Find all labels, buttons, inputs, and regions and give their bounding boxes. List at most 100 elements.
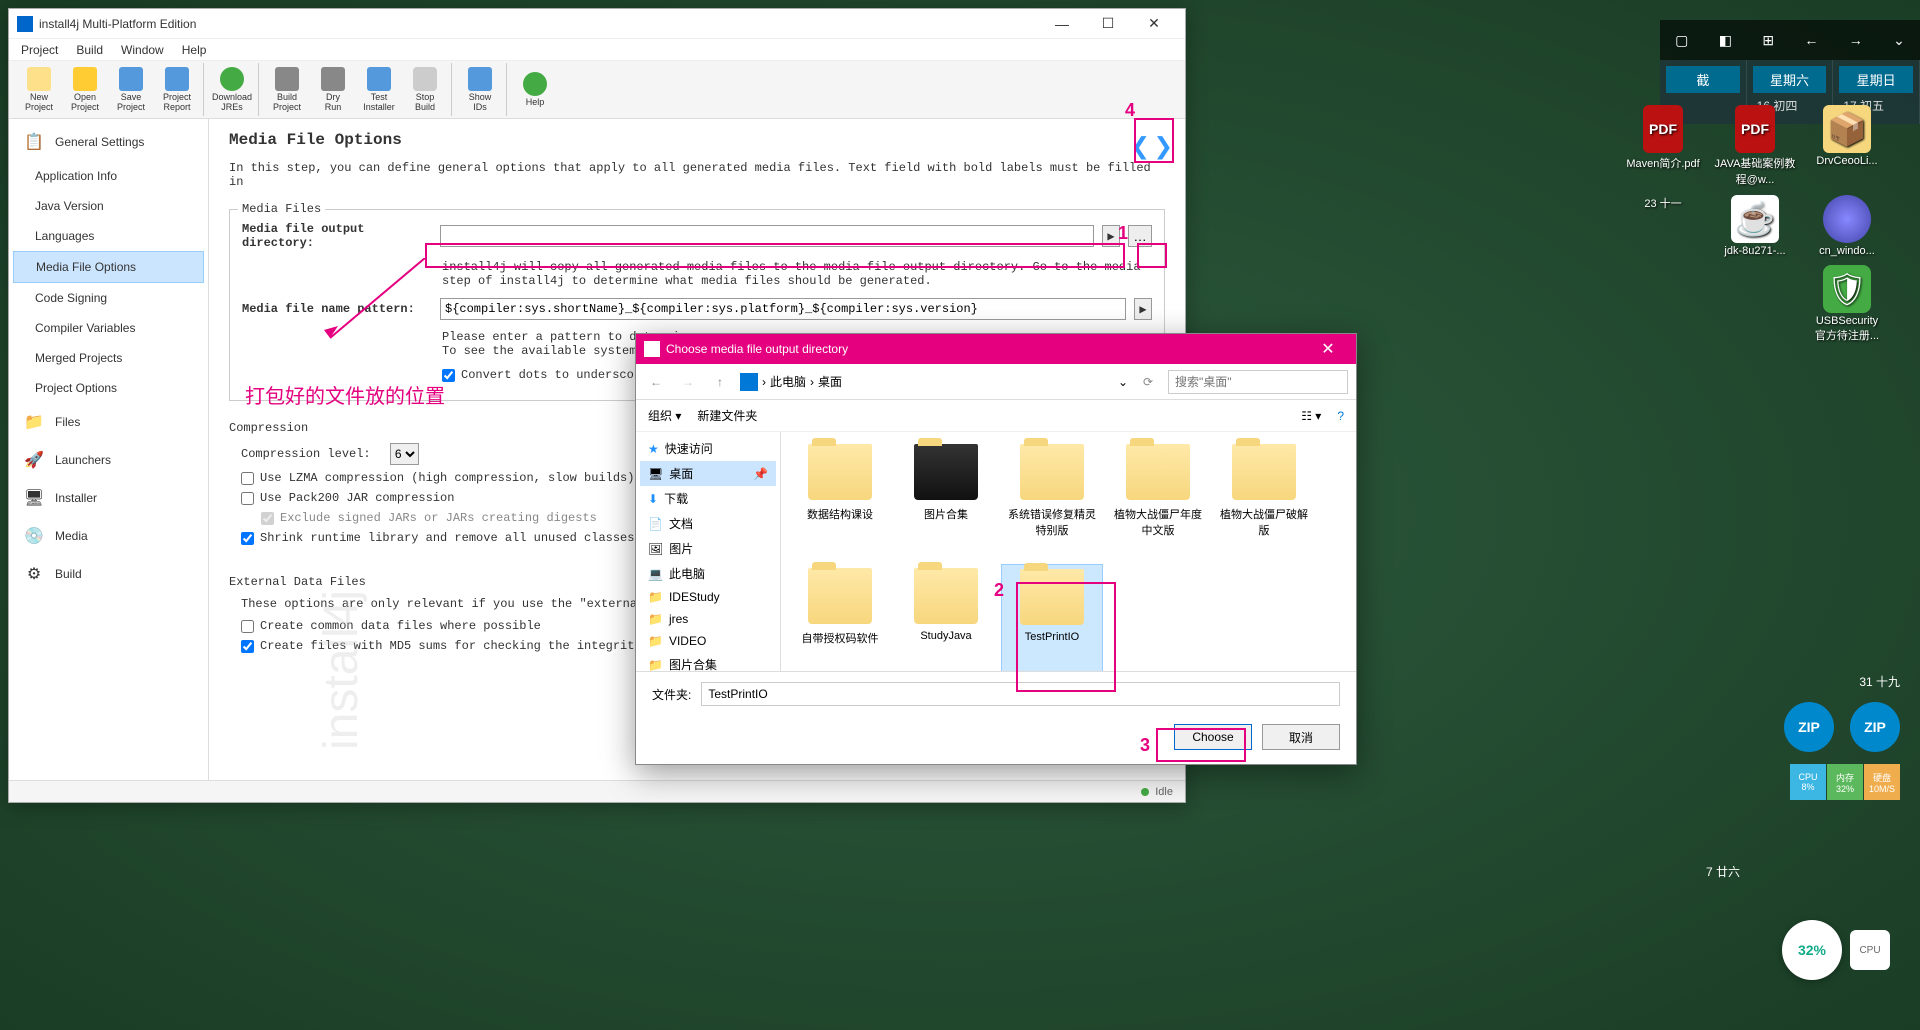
build-project-button[interactable]: Build Project <box>265 64 309 116</box>
sidebar-application-info[interactable]: Application Info <box>13 161 204 191</box>
name-pattern-input[interactable] <box>440 298 1126 320</box>
project-report-button[interactable]: Project Report <box>155 64 199 116</box>
taskbar-icon[interactable]: ← <box>1804 32 1818 48</box>
prev-arrow[interactable]: ❮ <box>1130 127 1149 167</box>
md5-checkbox[interactable] <box>241 640 254 653</box>
show-ids-button[interactable]: Show IDs <box>458 64 502 116</box>
sidebar-general-settings[interactable]: 📋General Settings <box>13 123 204 161</box>
folder[interactable]: 自带授权码软件 <box>789 564 891 671</box>
folder[interactable]: 图片合集 <box>895 440 997 560</box>
folder-item[interactable]: 📁IDEStudy <box>640 586 776 608</box>
sidebar-code-signing[interactable]: Code Signing <box>13 283 204 313</box>
desktop-icon[interactable]: 🛡USBSecurity 官方待注册... <box>1804 265 1890 343</box>
desktop-icon[interactable]: PDFJAVA基础案例教程@w... <box>1712 105 1798 187</box>
sidebar-build[interactable]: ⚙Build <box>13 555 204 593</box>
sidebar-java-version[interactable]: Java Version <box>13 191 204 221</box>
new-folder-button[interactable]: 新建文件夹 <box>697 407 757 424</box>
thispc-item[interactable]: 💻此电脑 <box>640 561 776 586</box>
up-button[interactable]: ↑ <box>708 370 732 394</box>
desktop-item[interactable]: 🖥桌面📌 <box>640 461 776 486</box>
downloads-item[interactable]: ⬇下载 <box>640 486 776 511</box>
taskbar-icon[interactable]: → <box>1849 32 1863 48</box>
close-button[interactable]: ✕ <box>1131 9 1177 39</box>
watermark: install4j <box>314 590 369 750</box>
view-button[interactable]: ☷ ▾ <box>1301 409 1321 423</box>
compression-level-label: Compression level: <box>241 447 371 461</box>
taskbar-icon[interactable]: ⌄ <box>1893 32 1905 49</box>
stop-build-button[interactable]: Stop Build <box>403 64 447 116</box>
shrink-checkbox[interactable] <box>241 532 254 545</box>
folder[interactable]: 植物大战僵尸破解版 <box>1213 440 1315 560</box>
pack200-checkbox[interactable] <box>241 492 254 505</box>
taskbar-icon[interactable]: ⊞ <box>1762 32 1774 49</box>
organize-button[interactable]: 组织 ▾ <box>648 407 681 424</box>
desktop-date: 7 廿六 <box>1706 863 1740 880</box>
documents-item[interactable]: 📄文档 <box>640 511 776 536</box>
open-project-button[interactable]: Open Project <box>63 64 107 116</box>
desktop-icon[interactable]: cn_windo... <box>1804 195 1890 257</box>
sidebar-merged-projects[interactable]: Merged Projects <box>13 343 204 373</box>
name-pattern-arrow[interactable]: ▶ <box>1134 298 1152 320</box>
help-button[interactable]: Help <box>513 64 557 116</box>
dialog-search[interactable] <box>1168 370 1348 394</box>
dialog-close-button[interactable]: ✕ <box>1308 339 1348 359</box>
dry-run-button[interactable]: Dry Run <box>311 64 355 116</box>
folder-name-input[interactable] <box>701 682 1340 706</box>
minimize-button[interactable]: — <box>1039 9 1085 39</box>
folder-item[interactable]: 📁图片合集 <box>640 652 776 671</box>
common-data-checkbox[interactable] <box>241 620 254 633</box>
breadcrumb[interactable]: ›此电脑 ›桌面 ⌄ <box>740 373 1128 391</box>
back-button[interactable]: ← <box>644 370 668 394</box>
sidebar-files[interactable]: 📁Files <box>13 403 204 441</box>
system-widgets: 31 十九 ZIP ZIP CPU8% 内存32% 硬盘10M/S <box>1784 673 1900 800</box>
cancel-button[interactable]: 取消 <box>1262 724 1340 750</box>
folder-item[interactable]: 📁jres <box>640 608 776 630</box>
download-jres-button[interactable]: Download JREs <box>210 64 254 116</box>
menu-help[interactable]: Help <box>174 41 215 59</box>
desktop-icon[interactable]: ☕jdk-8u271-... <box>1712 195 1798 257</box>
save-project-button[interactable]: Save Project <box>109 64 153 116</box>
cpu-circle[interactable]: 32% <box>1782 920 1842 980</box>
output-dir-input[interactable] <box>440 225 1094 247</box>
maximize-button[interactable]: ☐ <box>1085 9 1131 39</box>
sidebar-compiler-variables[interactable]: Compiler Variables <box>13 313 204 343</box>
sidebar-media-file-options[interactable]: Media File Options <box>13 251 204 283</box>
sidebar-project-options[interactable]: Project Options <box>13 373 204 403</box>
forward-button[interactable]: → <box>676 370 700 394</box>
folder-selected[interactable]: TestPrintIO <box>1001 564 1103 671</box>
desktop-icon[interactable]: PDFMaven简介.pdf <box>1620 105 1706 187</box>
cal-header: 星期日 <box>1839 66 1913 93</box>
folder-item[interactable]: 📁VIDEO <box>640 630 776 652</box>
folder[interactable]: 数据结构课设 <box>789 440 891 560</box>
new-project-button[interactable]: New Project <box>17 64 61 116</box>
sidebar-installer[interactable]: 🖥Installer <box>13 479 204 517</box>
sidebar-languages[interactable]: Languages <box>13 221 204 251</box>
folder[interactable]: StudyJava <box>895 564 997 671</box>
sidebar-media[interactable]: 💿Media <box>13 517 204 555</box>
menu-build[interactable]: Build <box>68 41 111 59</box>
menu-window[interactable]: Window <box>113 41 172 59</box>
choose-button[interactable]: Choose <box>1174 724 1252 750</box>
cpu-icon[interactable]: CPU <box>1850 930 1890 970</box>
lzma-checkbox[interactable] <box>241 472 254 485</box>
folder[interactable]: 系统错误修复精灵特别版 <box>1001 440 1103 560</box>
output-dir-browse[interactable]: … <box>1128 225 1152 247</box>
sidebar-launchers[interactable]: 🚀Launchers <box>13 441 204 479</box>
folder[interactable]: 植物大战僵尸年度中文版 <box>1107 440 1209 560</box>
zip-icon[interactable]: ZIP <box>1850 702 1900 752</box>
exclude-signed-checkbox <box>261 512 274 525</box>
compression-level-select[interactable]: 6 <box>390 443 419 465</box>
refresh-button[interactable]: ⟳ <box>1136 370 1160 394</box>
performance-bar: CPU8% 内存32% 硬盘10M/S <box>1790 764 1900 800</box>
taskbar-icon[interactable]: ◧ <box>1719 32 1732 49</box>
taskbar-icon[interactable]: ▢ <box>1675 32 1688 49</box>
next-arrow[interactable]: ❯ <box>1154 127 1173 167</box>
quick-access[interactable]: ★快速访问 <box>640 436 776 461</box>
menu-project[interactable]: Project <box>13 41 66 59</box>
desktop-date: 31 十九 <box>1859 673 1900 690</box>
zip-icon[interactable]: ZIP <box>1784 702 1834 752</box>
pictures-item[interactable]: 🖼图片 <box>640 536 776 561</box>
test-installer-button[interactable]: Test Installer <box>357 64 401 116</box>
desktop-icon[interactable]: 📦DrvCeooLi... <box>1804 105 1890 187</box>
help-icon[interactable]: ? <box>1337 409 1344 423</box>
